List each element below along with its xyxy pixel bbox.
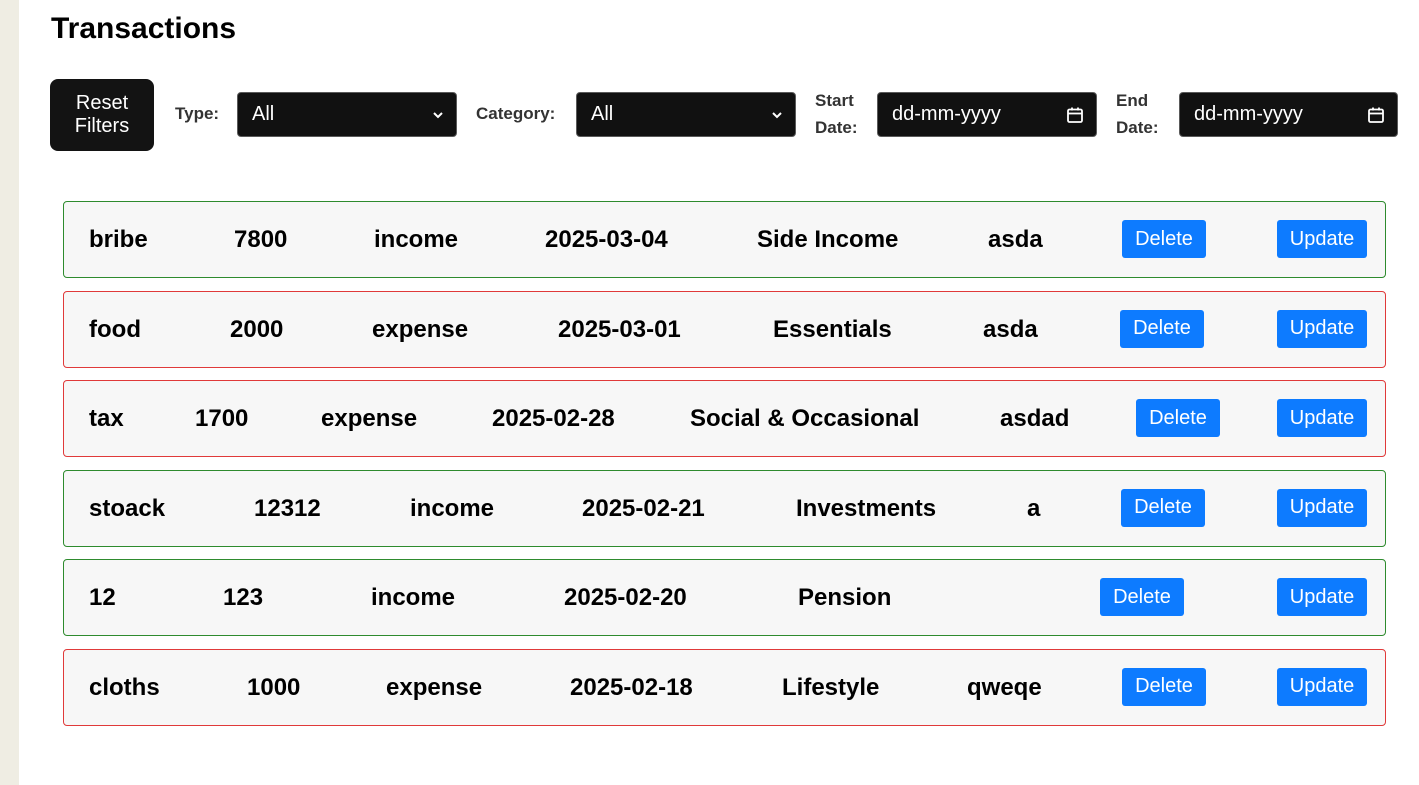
delete-button[interactable]: Delete bbox=[1122, 667, 1206, 706]
transaction-list: bribe 7800 income 2025-03-04 Side Income… bbox=[63, 201, 1386, 739]
transaction-note: qweqe bbox=[967, 673, 1042, 701]
update-button[interactable]: Update bbox=[1277, 220, 1367, 258]
transaction-type: income bbox=[371, 584, 456, 612]
end-date-label-line2: Date: bbox=[1116, 118, 1159, 137]
end-date-input[interactable]: dd-mm-yyyy bbox=[1179, 92, 1398, 137]
type-filter-value: All bbox=[252, 103, 275, 125]
calendar-icon[interactable] bbox=[1367, 106, 1385, 124]
update-button[interactable]: Update bbox=[1277, 578, 1367, 617]
transaction-name: tax bbox=[89, 405, 124, 433]
chevron-down-icon bbox=[772, 111, 782, 118]
start-date-label-line2: Date: bbox=[815, 118, 858, 137]
start-date-input[interactable]: dd-mm-yyyy bbox=[877, 92, 1097, 137]
transaction-row: food 2000 expense 2025-03-01 Essentials … bbox=[63, 290, 1386, 368]
transaction-type: expense bbox=[372, 315, 469, 343]
type-filter-select[interactable]: All bbox=[237, 92, 457, 137]
update-button[interactable]: Update bbox=[1277, 399, 1367, 438]
transaction-name: 12 bbox=[89, 584, 116, 612]
transaction-note: asdad bbox=[1000, 405, 1070, 433]
transaction-row: stoack 12312 income 2025-02-21 Investmen… bbox=[63, 469, 1386, 547]
transaction-type: income bbox=[410, 494, 495, 522]
delete-button[interactable]: Delete bbox=[1100, 578, 1184, 617]
transaction-amount: 1000 bbox=[247, 673, 301, 701]
transaction-category: Pension bbox=[798, 584, 892, 612]
transaction-name: bribe bbox=[89, 226, 148, 253]
category-filter-select[interactable]: All bbox=[576, 92, 796, 137]
type-filter-label: Type: bbox=[175, 104, 220, 123]
transaction-category: Social & Occasional bbox=[690, 405, 920, 433]
chevron-down-icon bbox=[433, 111, 443, 118]
end-date-value: dd-mm-yyyy bbox=[1194, 103, 1303, 125]
transaction-date: 2025-02-20 bbox=[564, 584, 687, 612]
delete-button[interactable]: Delete bbox=[1136, 399, 1220, 438]
delete-button[interactable]: Delete bbox=[1120, 309, 1204, 348]
transaction-date: 2025-02-28 bbox=[492, 405, 615, 433]
transaction-category: Side Income bbox=[757, 226, 899, 253]
transaction-note: a bbox=[1027, 494, 1041, 522]
category-filter-value: All bbox=[591, 103, 614, 125]
transaction-row: tax 1700 expense 2025-02-28 Social & Occ… bbox=[63, 380, 1386, 458]
transaction-amount: 7800 bbox=[234, 226, 288, 253]
left-edge-strip bbox=[0, 0, 19, 785]
transaction-type: expense bbox=[321, 405, 418, 433]
calendar-icon[interactable] bbox=[1066, 106, 1084, 124]
transaction-category: Essentials bbox=[773, 315, 892, 343]
transaction-name: stoack bbox=[89, 494, 166, 522]
transaction-date: 2025-03-01 bbox=[558, 315, 681, 343]
transaction-note: asda bbox=[988, 226, 1043, 253]
transaction-amount: 123 bbox=[223, 584, 264, 612]
start-date-value: dd-mm-yyyy bbox=[892, 103, 1001, 125]
transaction-category: Investments bbox=[796, 494, 937, 522]
transaction-amount: 1700 bbox=[195, 405, 249, 433]
transaction-row: bribe 7800 income 2025-03-04 Side Income… bbox=[63, 201, 1386, 278]
transaction-row: 12 123 income 2025-02-20 Pension Delete … bbox=[63, 559, 1386, 637]
transaction-row: cloths 1000 expense 2025-02-18 Lifestyle… bbox=[63, 648, 1386, 726]
end-date-label-line1: End bbox=[1116, 91, 1149, 110]
start-date-label-line1: Start bbox=[815, 91, 854, 110]
category-filter-label: Category: bbox=[476, 104, 556, 123]
update-button[interactable]: Update bbox=[1277, 309, 1367, 348]
delete-button[interactable]: Delete bbox=[1121, 488, 1205, 527]
update-button[interactable]: Update bbox=[1277, 667, 1367, 706]
transaction-date: 2025-02-18 bbox=[570, 673, 693, 701]
transaction-amount: 12312 bbox=[254, 494, 321, 522]
transaction-date: 2025-02-21 bbox=[582, 494, 705, 522]
transaction-date: 2025-03-04 bbox=[545, 226, 668, 253]
update-button[interactable]: Update bbox=[1277, 488, 1367, 527]
delete-button[interactable]: Delete bbox=[1122, 220, 1206, 258]
transaction-type: income bbox=[374, 226, 459, 253]
transaction-type: expense bbox=[386, 673, 483, 701]
transaction-amount: 2000 bbox=[230, 315, 284, 343]
reset-filters-button[interactable]: Reset Filters bbox=[50, 79, 154, 151]
transaction-name: food bbox=[89, 315, 141, 343]
page-title: Transactions bbox=[51, 12, 237, 45]
transaction-category: Lifestyle bbox=[782, 673, 880, 701]
transaction-note: asda bbox=[983, 315, 1038, 343]
transaction-name: cloths bbox=[89, 673, 160, 701]
